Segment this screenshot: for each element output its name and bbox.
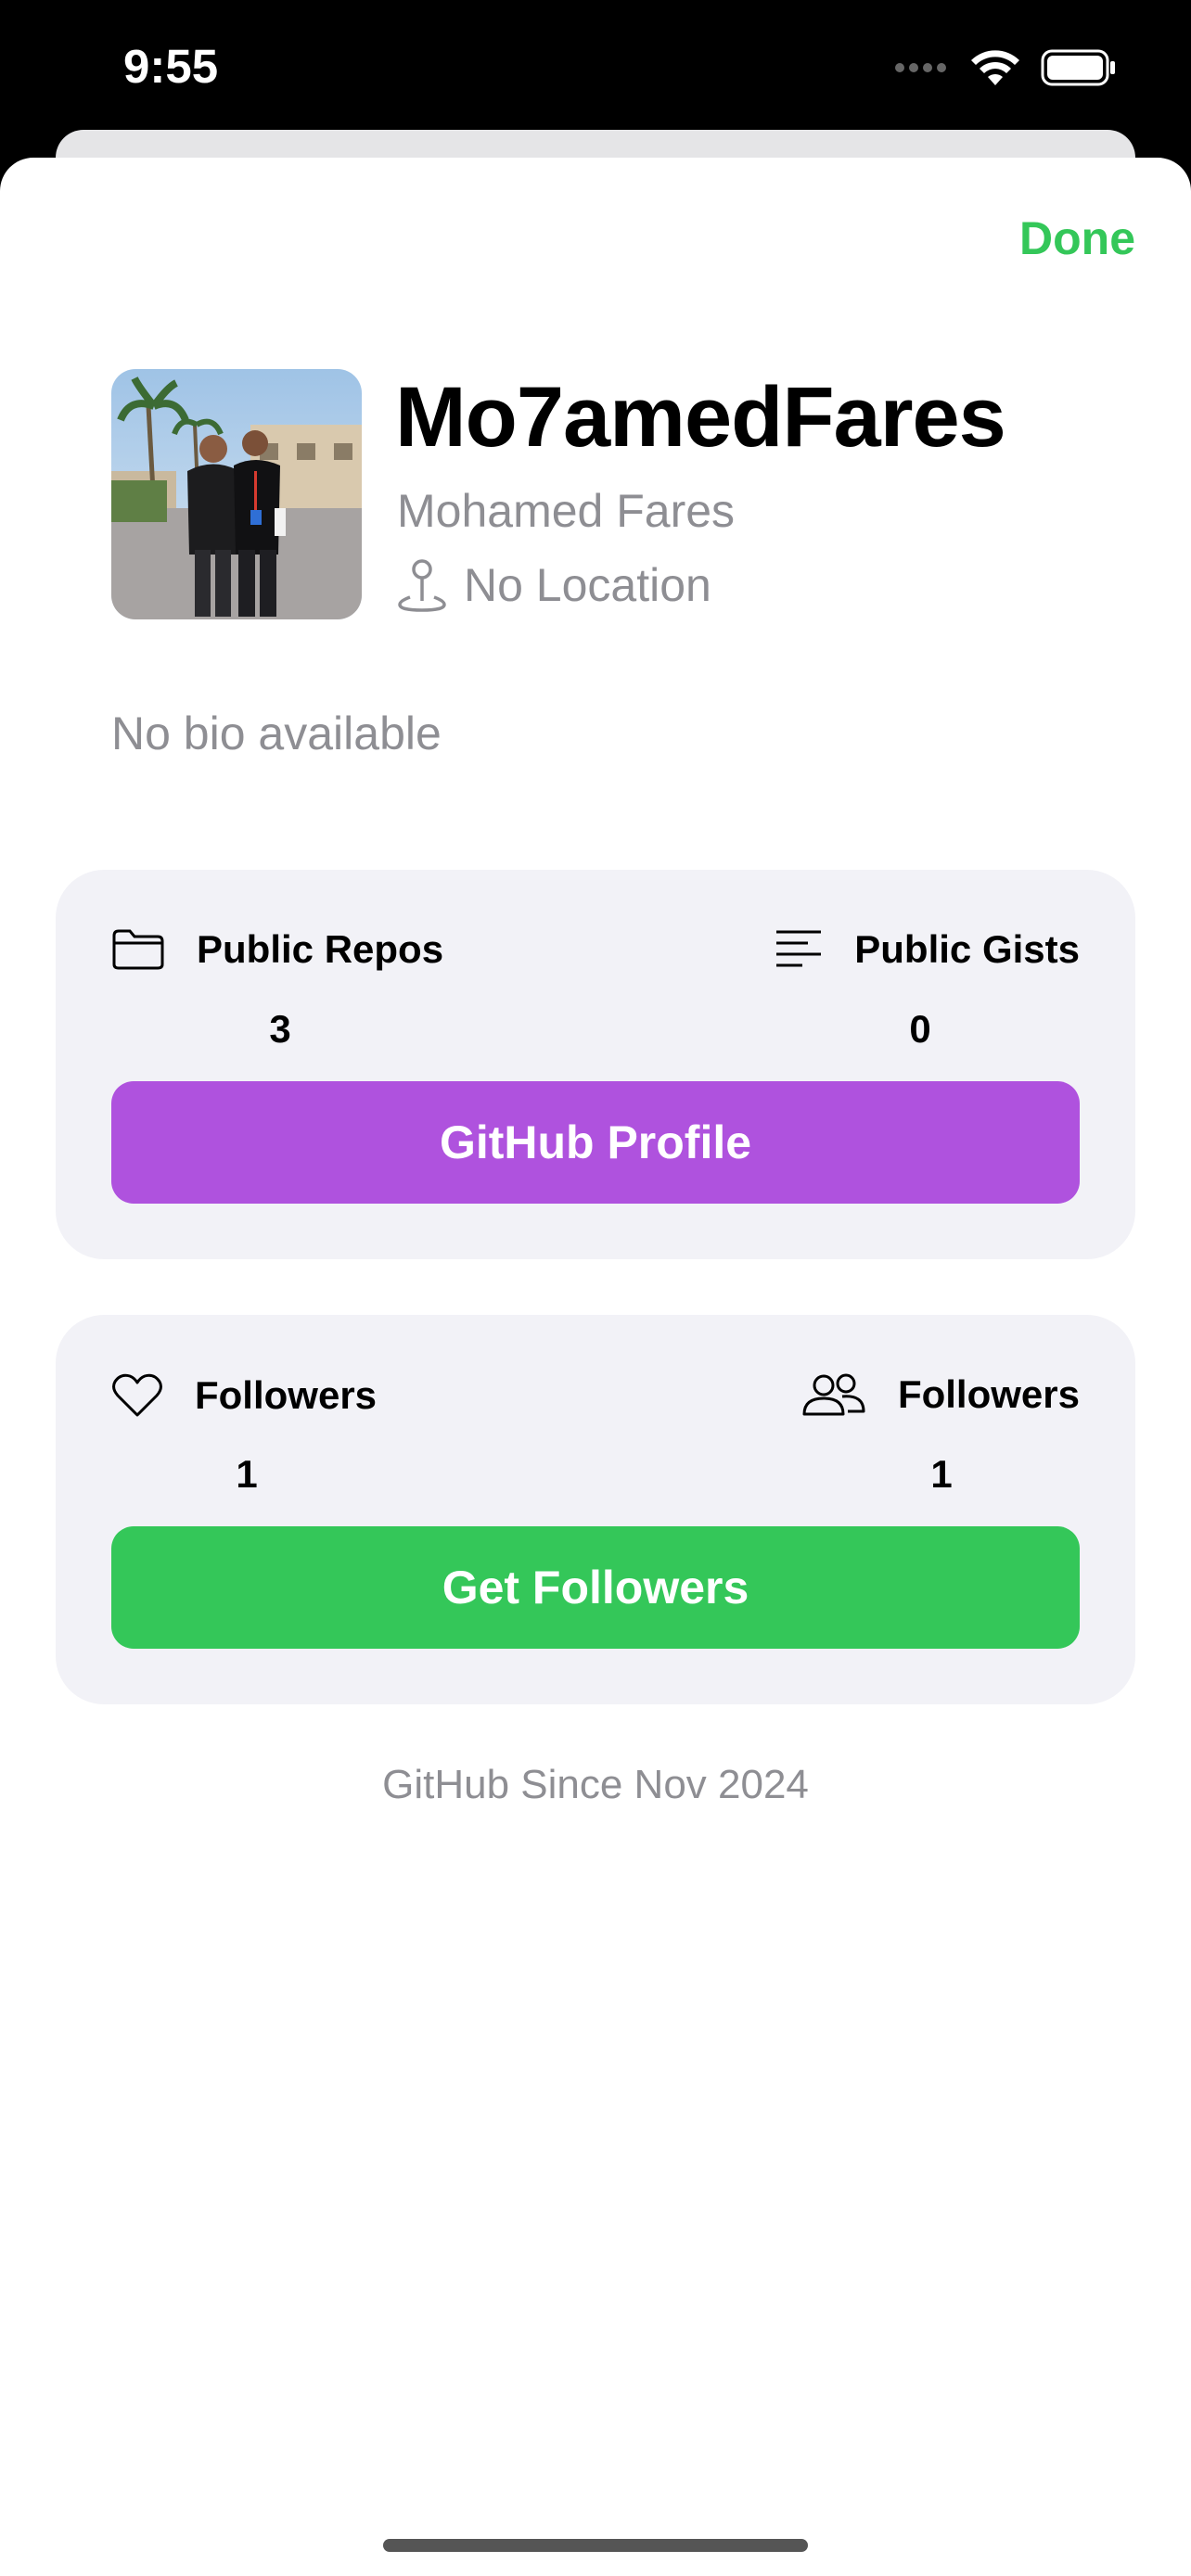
avatar bbox=[111, 369, 362, 619]
followers-label: Followers bbox=[195, 1373, 378, 1417]
public-gists-label: Public Gists bbox=[854, 927, 1080, 971]
status-icons bbox=[894, 45, 1117, 91]
text-align-left-icon bbox=[776, 930, 822, 967]
wifi-icon bbox=[971, 50, 1019, 85]
following-count: 1 bbox=[930, 1452, 953, 1496]
github-since: GitHub Since Nov 2024 bbox=[382, 1762, 809, 1807]
cellular-signal-icon bbox=[895, 63, 946, 72]
username: Mo7amedFares bbox=[395, 370, 1006, 465]
battery-icon bbox=[1041, 49, 1115, 86]
location-row: No Location bbox=[397, 558, 711, 612]
following-stat: Followers bbox=[801, 1372, 1080, 1417]
map-pin-icon bbox=[398, 559, 446, 612]
public-gists-stat: Public Gists bbox=[775, 927, 1080, 972]
get-followers-button[interactable]: Get Followers bbox=[111, 1526, 1080, 1649]
public-repos-count: 3 bbox=[269, 1007, 291, 1051]
repos-card: Public Repos 3 Public Gists 0 GitHub Pro… bbox=[56, 870, 1135, 1259]
status-time: 9:55 bbox=[123, 40, 219, 93]
people-icon bbox=[802, 1373, 865, 1416]
public-repos-label: Public Repos bbox=[197, 927, 444, 971]
folder-icon bbox=[112, 929, 164, 970]
followers-card: Followers 1 Followers 1 Get Followers bbox=[56, 1315, 1135, 1704]
home-indicator[interactable] bbox=[383, 2539, 808, 2552]
location-label: No Location bbox=[464, 559, 711, 611]
bio: No bio available bbox=[111, 708, 442, 759]
user-info-sheet: Done Mo7amedFares Mohamed Fares No Locat… bbox=[0, 158, 1191, 2576]
full-name: Mohamed Fares bbox=[397, 485, 736, 537]
public-gists-count: 0 bbox=[909, 1007, 931, 1051]
following-label: Followers bbox=[897, 1372, 1080, 1416]
status-bar: 9:55 bbox=[0, 0, 1191, 139]
public-repos-stat: Public Repos bbox=[111, 927, 443, 972]
followers-count: 1 bbox=[236, 1452, 258, 1496]
github-profile-button[interactable]: GitHub Profile bbox=[111, 1081, 1080, 1204]
followers-stat: Followers bbox=[111, 1372, 377, 1419]
heart-icon bbox=[112, 1373, 162, 1417]
done-button[interactable]: Done bbox=[1019, 211, 1135, 265]
